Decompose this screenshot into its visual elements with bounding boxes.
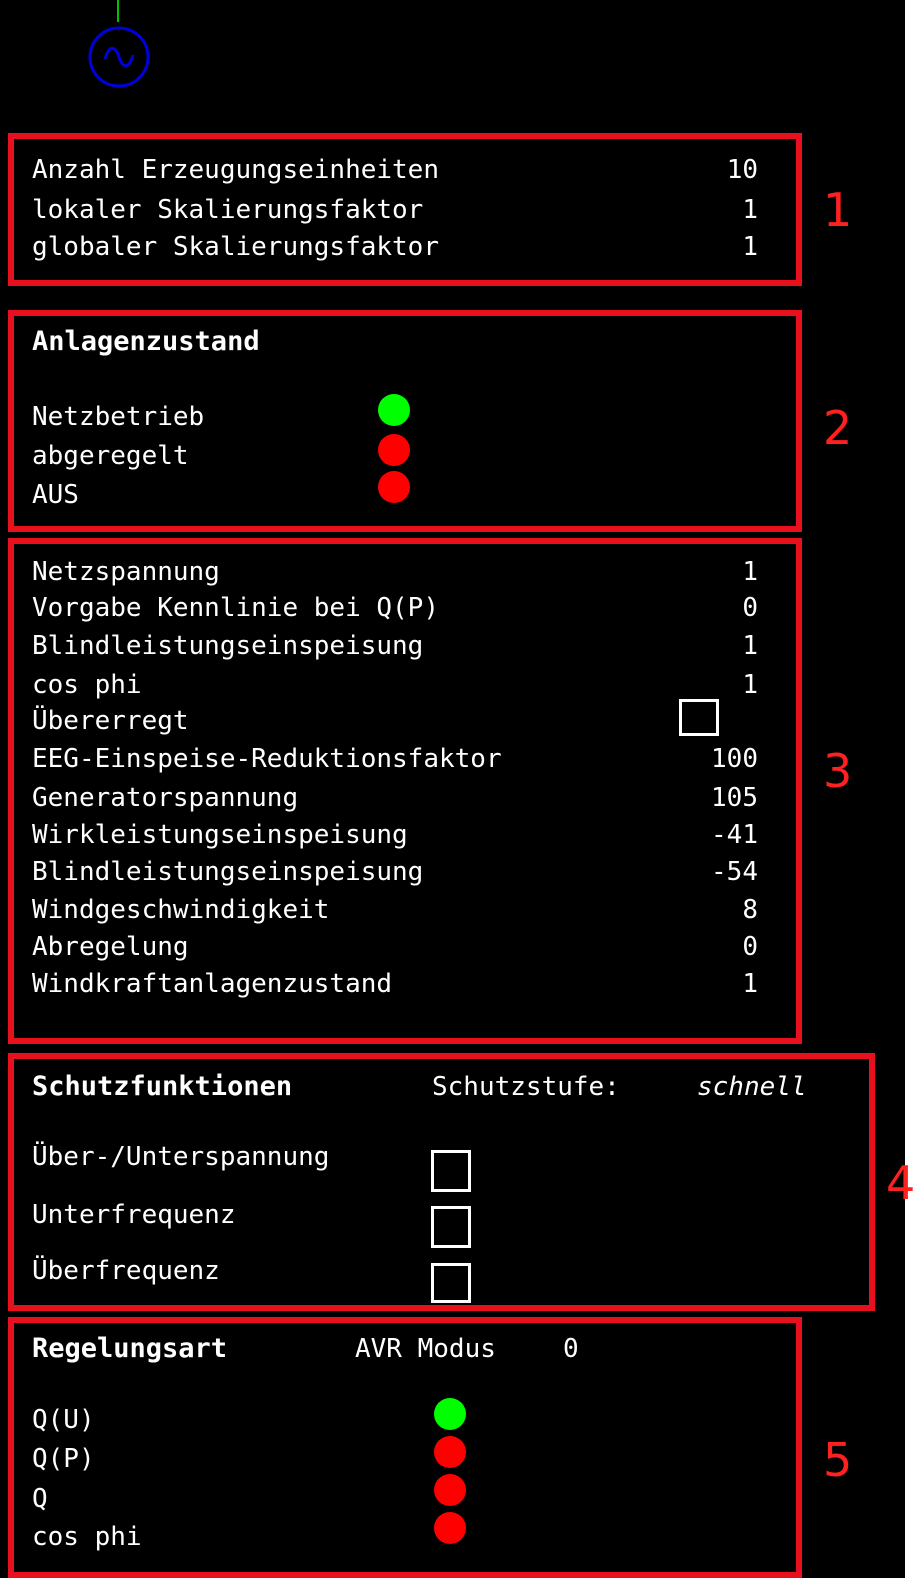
qp-curve-label: Vorgabe Kennlinie bei Q(P) [32,593,439,623]
qp-curve-value[interactable]: 0 [638,593,758,623]
reactive-power-value[interactable]: -54 [638,857,758,887]
reactive-power-label: Blindleistungseinspeisung [32,857,424,887]
eeg-reduction-label: EEG-Einspeise-Reduktionsfaktor [32,744,502,774]
section-2-number: 2 [823,401,853,455]
protection-level-label: Schutzstufe: [432,1072,620,1102]
global-scaling-value[interactable]: 1 [638,232,758,262]
mode-q-indicator[interactable] [434,1474,466,1506]
section-1-number: 1 [823,183,853,237]
generator-voltage-label: Generatorspannung [32,783,299,813]
mode-qp-label: Q(P) [32,1444,95,1474]
cos-phi-label: cos phi [32,670,142,700]
underfrequency-checkbox[interactable] [431,1206,471,1248]
state-off-label: AUS [32,480,79,510]
mode-cos-phi-label: cos phi [32,1522,142,1552]
section-4-number: 4 [886,1156,915,1210]
state-grid-operation-indicator [378,394,410,426]
active-power-label: Wirkleistungseinspeisung [32,820,408,850]
avr-mode-value[interactable]: 0 [563,1334,579,1364]
local-scaling-value[interactable]: 1 [638,195,758,225]
mode-qu-indicator[interactable] [434,1398,466,1430]
active-power-value[interactable]: -41 [638,820,758,850]
grid-voltage-value[interactable]: 1 [638,557,758,587]
reactive-power-setpoint-value[interactable]: 1 [638,631,758,661]
overfrequency-label: Überfrequenz [32,1256,220,1286]
section-5-number: 5 [823,1433,853,1487]
generator-voltage-value[interactable]: 105 [638,783,758,813]
state-off-indicator [378,471,410,503]
mode-qu-label: Q(U) [32,1405,95,1435]
generator-connection-line [117,0,119,22]
underfrequency-label: Unterfrequenz [32,1200,236,1230]
eeg-reduction-value[interactable]: 100 [638,744,758,774]
state-grid-operation-label: Netzbetrieb [32,402,205,432]
protection-level-value[interactable]: schnell [697,1072,807,1102]
over-under-voltage-checkbox[interactable] [431,1150,471,1192]
ac-generator-icon[interactable] [87,25,151,89]
mode-qp-indicator[interactable] [434,1436,466,1468]
section-3-number: 3 [823,744,853,798]
overfrequency-checkbox[interactable] [431,1263,471,1303]
mode-q-label: Q [32,1484,48,1514]
curtailment-value[interactable]: 0 [638,932,758,962]
cos-phi-value[interactable]: 1 [638,670,758,700]
avr-mode-label: AVR Modus [355,1334,496,1364]
state-curtailed-label: abgeregelt [32,441,189,471]
control-mode-title: Regelungsart [32,1333,228,1364]
protection-title: Schutzfunktionen [32,1071,293,1102]
curtailment-label: Abregelung [32,932,189,962]
grid-voltage-label: Netzspannung [32,557,220,587]
unit-count-value[interactable]: 10 [638,155,758,185]
wind-turbine-state-value[interactable]: 1 [638,969,758,999]
global-scaling-label: globaler Skalierungsfaktor [32,232,439,262]
unit-count-label: Anzahl Erzeugungseinheiten [32,155,439,185]
wind-speed-value[interactable]: 8 [638,895,758,925]
reactive-power-setpoint-label: Blindleistungseinspeisung [32,631,424,661]
overexcited-label: Übererregt [32,706,189,736]
mode-cos-phi-indicator[interactable] [434,1512,466,1544]
plant-state-title: Anlagenzustand [32,326,260,357]
diagram-canvas: 1 Anzahl Erzeugungseinheiten 10 lokaler … [0,0,915,1578]
wind-turbine-state-label: Windkraftanlagenzustand [32,969,393,999]
overexcited-checkbox[interactable] [679,699,719,736]
wind-speed-label: Windgeschwindigkeit [32,895,330,925]
over-under-voltage-label: Über-/Unterspannung [32,1142,330,1172]
local-scaling-label: lokaler Skalierungsfaktor [32,195,424,225]
state-curtailed-indicator [378,434,410,466]
